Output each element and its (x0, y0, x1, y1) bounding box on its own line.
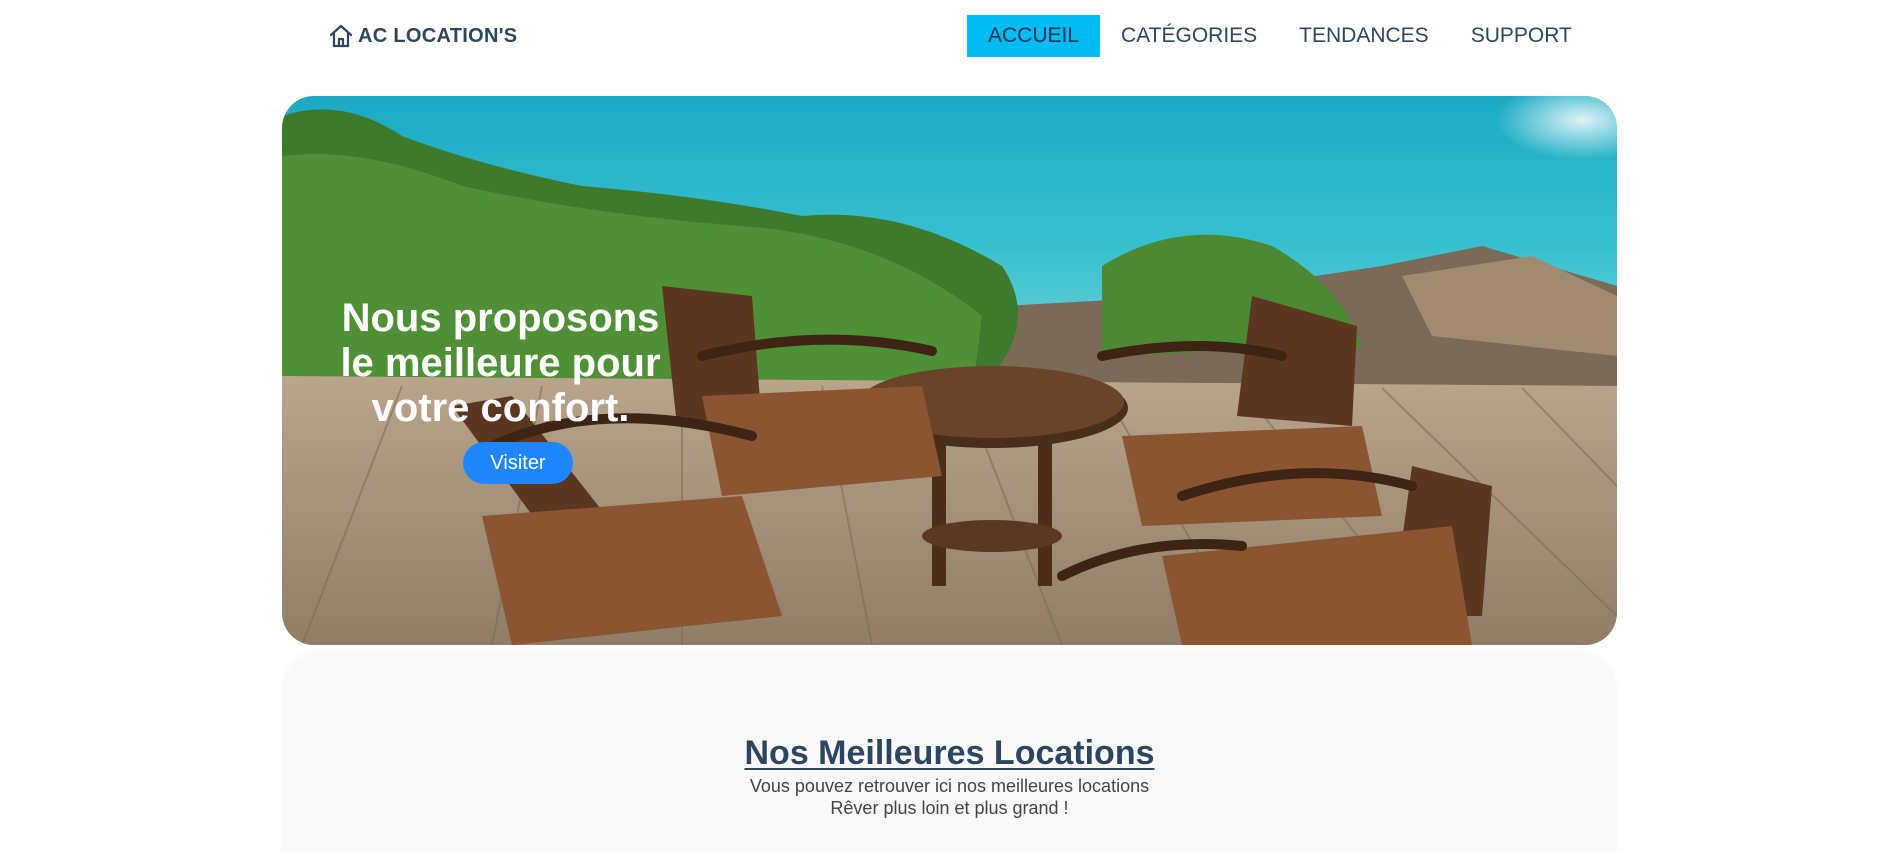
main-nav: ACCUEIL CATÉGORIES TENDANCES SUPPORT (967, 15, 1593, 57)
brand-logo[interactable]: AC LOCATION'S (327, 22, 517, 50)
site-header: AC LOCATION'S ACCUEIL CATÉGORIES TENDANC… (0, 0, 1883, 72)
hero-banner: Nous proposons le meilleure pour votre c… (282, 96, 1617, 645)
section-subtitle-2: Rêver plus loin et plus grand ! (830, 798, 1069, 818)
visit-button[interactable]: Visiter (463, 442, 573, 484)
nav-item-categories[interactable]: CATÉGORIES (1100, 15, 1278, 57)
best-rentals-section: Nos Meilleures Locations Vous pouvez ret… (282, 652, 1617, 852)
nav-item-accueil[interactable]: ACCUEIL (967, 15, 1101, 57)
nav-item-support[interactable]: SUPPORT (1450, 15, 1593, 57)
brand-name: AC LOCATION'S (358, 24, 518, 47)
home-icon (327, 22, 355, 50)
section-title: Nos Meilleures Locations (744, 734, 1155, 772)
nav-item-tendances[interactable]: TENDANCES (1278, 15, 1450, 57)
hero-title: Nous proposons le meilleure pour votre c… (340, 296, 661, 430)
section-subtitle-1: Vous pouvez retrouver ici nos meilleures… (749, 776, 1150, 796)
